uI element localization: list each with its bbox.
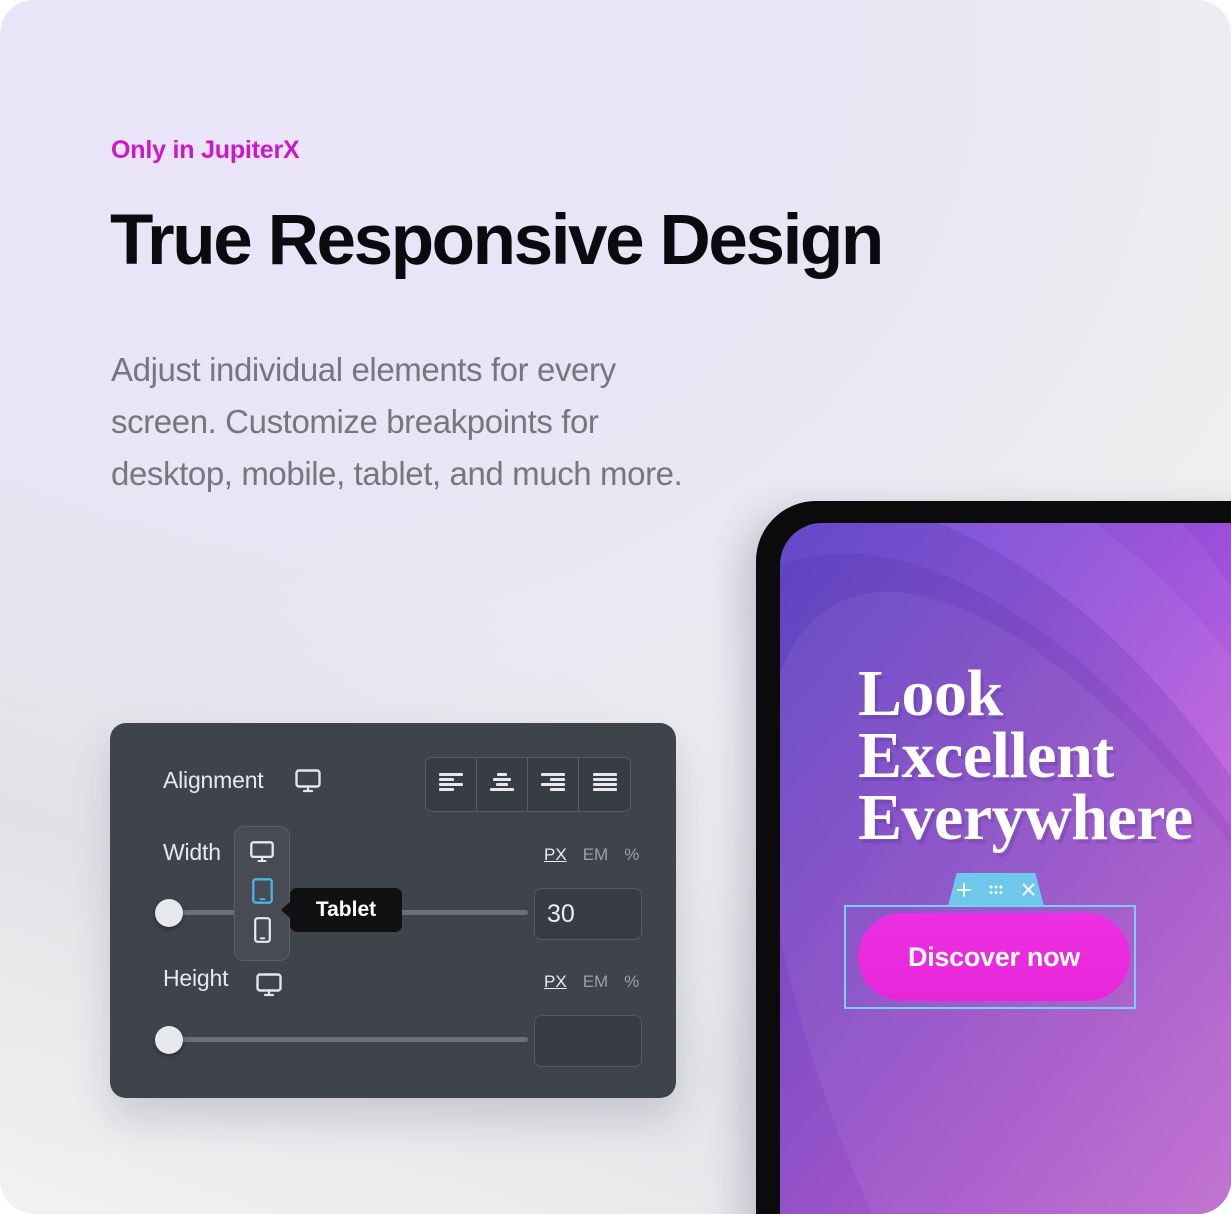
align-justify-button[interactable] [579, 758, 630, 811]
width-unit-percent[interactable]: % [624, 845, 639, 865]
eyebrow-label: Only in JupiterX [111, 136, 300, 164]
device-option-tablet[interactable] [247, 878, 277, 909]
align-center-button[interactable] [477, 758, 528, 811]
height-unit-em[interactable]: EM [583, 972, 609, 992]
phone-screen: Look Excellent Everywhere Discover now [780, 523, 1231, 1214]
decorative-wave [780, 523, 1231, 1214]
desktop-icon [250, 841, 274, 868]
tablet-icon [251, 878, 273, 909]
decorative-wave [780, 523, 1231, 1214]
close-icon[interactable] [1021, 882, 1036, 897]
height-slider-knob[interactable] [155, 1026, 183, 1054]
device-tooltip: Tablet [290, 888, 402, 932]
mobile-icon [253, 917, 271, 948]
phone-headline-line-2: Excellent [858, 719, 1114, 792]
height-slider[interactable] [155, 1026, 530, 1054]
phone-headline-line-3: Everywhere [858, 781, 1193, 854]
align-center-icon [490, 773, 514, 796]
align-left-button[interactable] [426, 758, 477, 811]
width-unit-switcher[interactable]: PX EM % [544, 845, 639, 865]
decorative-wave [780, 523, 1231, 1214]
responsive-controls-panel: Alignment Width PX EM % 30 Height PX EM … [110, 723, 676, 1098]
device-option-desktop[interactable] [247, 840, 277, 870]
page-subcopy: Adjust individual elements for every scr… [111, 351, 683, 492]
phone-headline-line-1: Look [858, 657, 1003, 730]
align-justify-icon [592, 773, 617, 796]
width-input[interactable]: 30 [534, 888, 642, 940]
responsive-design-card: Only in JupiterX True Responsive Design … [0, 0, 1231, 1214]
align-left-icon [439, 773, 463, 796]
height-slider-track[interactable] [173, 1037, 528, 1042]
element-toolbar[interactable] [948, 873, 1044, 906]
discover-now-button[interactable]: Discover now [858, 913, 1130, 1001]
decorative-wave [780, 523, 1231, 1214]
desktop-icon[interactable] [256, 973, 282, 1002]
device-switcher-popup[interactable] [234, 826, 290, 961]
align-right-button[interactable] [528, 758, 579, 811]
device-option-mobile[interactable] [247, 917, 277, 948]
plus-icon[interactable] [956, 882, 972, 898]
phone-headline: Look Excellent Everywhere [858, 657, 1193, 854]
align-right-icon [541, 773, 565, 796]
height-label: Height [163, 965, 229, 991]
width-label: Width [163, 839, 221, 865]
alignment-label: Alignment [163, 767, 264, 793]
height-unit-px[interactable]: PX [544, 972, 567, 992]
drag-dots-icon[interactable] [988, 884, 1004, 896]
height-unit-switcher[interactable]: PX EM % [544, 972, 639, 992]
height-unit-percent[interactable]: % [624, 972, 639, 992]
alignment-button-group[interactable] [425, 757, 631, 812]
width-unit-px[interactable]: PX [544, 845, 567, 865]
phone-mockup: Look Excellent Everywhere Discover now [756, 501, 1231, 1214]
page-title: True Responsive Design [110, 201, 884, 280]
width-unit-em[interactable]: EM [583, 845, 609, 865]
desktop-icon[interactable] [295, 769, 321, 798]
width-slider-knob[interactable] [155, 899, 183, 927]
height-input[interactable] [534, 1015, 642, 1067]
decorative-wave [780, 523, 1231, 1214]
